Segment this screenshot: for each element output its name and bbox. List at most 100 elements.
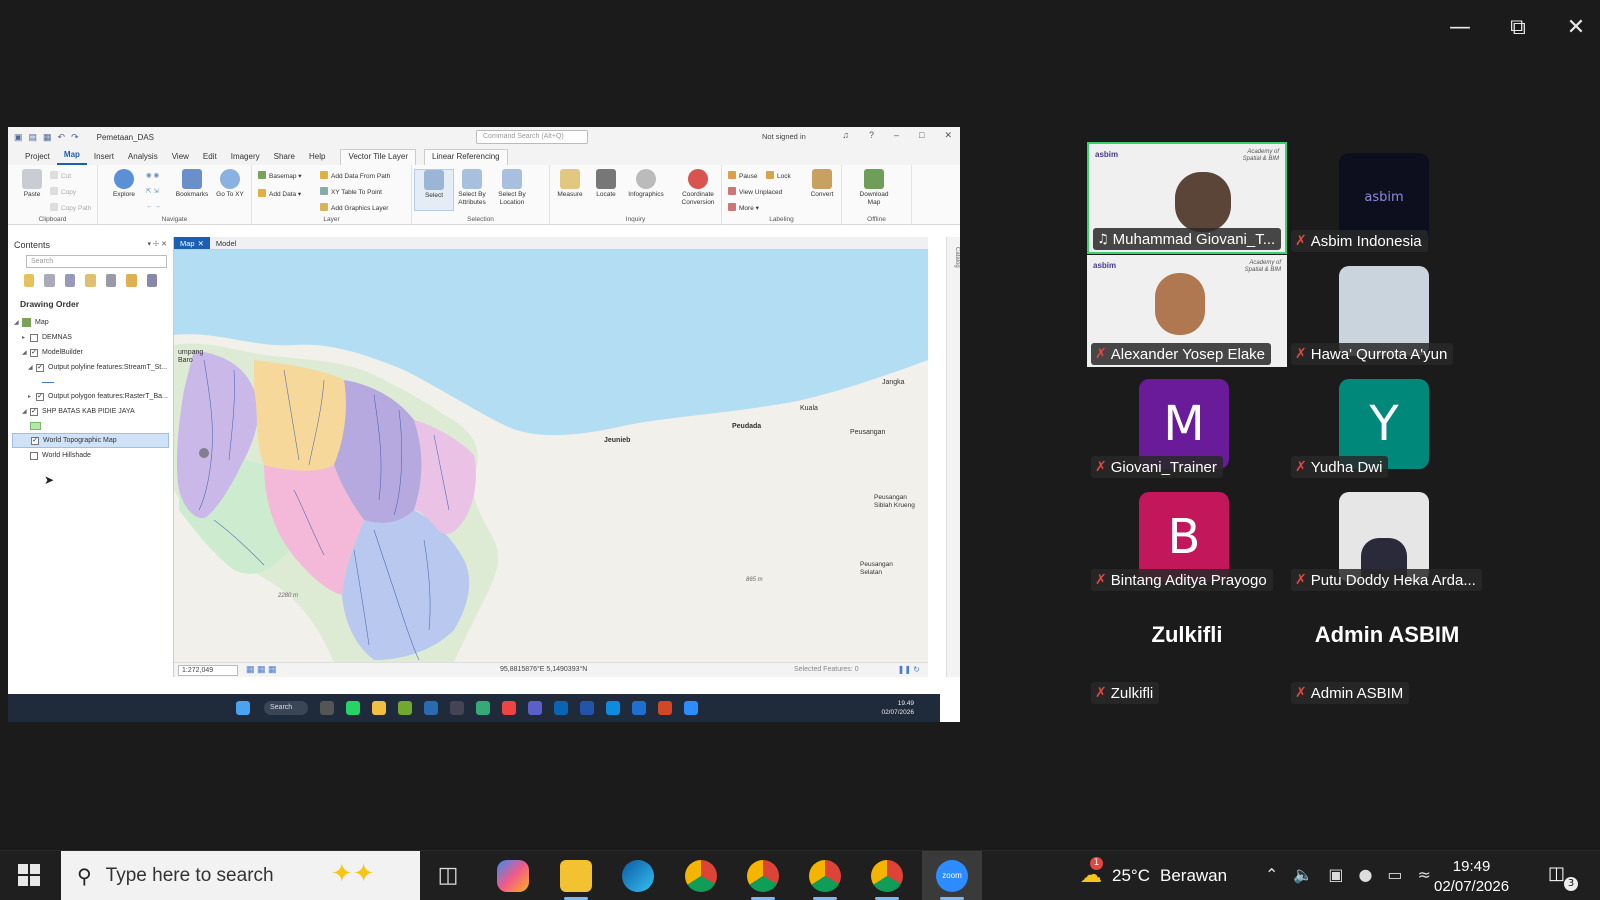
layer-checkbox[interactable]: ✓ (36, 363, 44, 372)
explore-button[interactable]: Explore (104, 169, 144, 199)
expand-icon[interactable]: ◢ (28, 364, 36, 371)
tab-vector-tile-layer[interactable]: Vector Tile Layer (340, 149, 417, 165)
expand-icon[interactable]: ◢ (22, 408, 30, 415)
help-icon[interactable]: ? (869, 130, 874, 141)
cut-button[interactable]: Cut (50, 171, 71, 180)
view-mode-icons[interactable]: ▦ ▦ ▦ (246, 664, 277, 675)
taskbar-clock[interactable]: 19:49 02/07/2026 (1434, 857, 1509, 897)
expand-icon[interactable]: ◢ (14, 319, 22, 326)
layer-checkbox[interactable] (30, 451, 38, 460)
bell-icon[interactable]: ♫ (842, 130, 849, 141)
meet-now-icon[interactable]: ▣ (1328, 865, 1343, 884)
add-graphics-layer-button[interactable]: Add Graphics Layer (320, 203, 388, 212)
pane-options-icon[interactable]: ▾ ☩ ✕ (147, 240, 167, 250)
zoom-full-icon[interactable]: ◉ ◉ (146, 171, 159, 179)
layer-checkbox[interactable]: ✓ (36, 392, 44, 401)
chrome-profile-icon[interactable] (809, 860, 841, 900)
collapse-icon[interactable]: ▸ (28, 393, 36, 400)
fixed-zoom-icon[interactable]: ⇱ ⇲ (146, 187, 159, 195)
participant-tile[interactable]: B ✗ Bintang Aditya Prayogo (1087, 481, 1287, 593)
polygon-symbol[interactable] (8, 419, 173, 433)
coordinate-conversion-button[interactable]: Coordinate Conversion (674, 169, 722, 207)
polyline-symbol[interactable] (8, 375, 173, 389)
editing-icon[interactable] (85, 274, 96, 287)
selection-list-icon[interactable] (64, 274, 76, 287)
measure-button[interactable]: Measure (550, 169, 590, 199)
file-explorer-icon[interactable] (560, 860, 592, 900)
layer-checkbox[interactable] (30, 333, 38, 342)
tab-help[interactable]: Help (302, 150, 332, 165)
open-icon[interactable]: ▤ (29, 132, 38, 143)
chrome-icon[interactable] (685, 860, 717, 892)
view-unplaced-button[interactable]: View Unplaced (728, 187, 782, 196)
layer-checkbox[interactable]: ✓ (30, 348, 38, 357)
edge-icon[interactable] (622, 860, 654, 892)
battery-icon[interactable]: ▭ (1387, 865, 1402, 884)
tab-map[interactable]: Map (56, 148, 87, 165)
map-view[interactable]: Map ✕ Model umpang Baro Jeunieb Peudada … (174, 237, 928, 677)
zoom-icon[interactable]: zoom (936, 860, 968, 900)
select-by-location-button[interactable]: Select By Location (492, 169, 532, 207)
tab-share[interactable]: Share (267, 150, 302, 165)
show-hidden-icons[interactable]: ⌃ (1265, 865, 1278, 884)
scale-selector[interactable]: 1:272,049 (178, 665, 238, 676)
drawing-order-icon[interactable] (24, 274, 35, 287)
download-map-button[interactable]: Download Map (854, 169, 894, 207)
restore-icon[interactable]: ⧉ (1504, 14, 1532, 42)
basemap-button[interactable]: Basemap ▾ (258, 171, 302, 180)
close-icon[interactable]: ✕ (944, 130, 952, 141)
copy-button[interactable]: Copy (50, 187, 76, 196)
layer-item-map[interactable]: ◢ Map (8, 315, 173, 330)
bookmarks-button[interactable]: Bookmarks (172, 169, 212, 199)
command-search-input[interactable]: Command Search (Alt+Q) (476, 130, 588, 144)
snapping-icon[interactable] (105, 274, 117, 287)
lock-labeling-button[interactable]: Lock (766, 171, 791, 180)
copilot-icon[interactable] (497, 860, 529, 892)
expand-icon[interactable]: ◢ (22, 349, 30, 356)
select-by-attributes-button[interactable]: Select By Attributes (452, 169, 492, 207)
participant-tile[interactable]: asbim ✗ Asbim Indonesia (1287, 142, 1487, 254)
taskbar-search-box[interactable]: ⚲ Type here to search ✦✦ (61, 851, 420, 900)
undo-icon[interactable]: ↶ (58, 132, 66, 143)
participant-tile[interactable]: M ✗ Giovani_Trainer (1087, 368, 1287, 480)
task-view-icon[interactable]: ◫ (432, 860, 464, 892)
speaker-icon[interactable]: 🔈 (1293, 865, 1313, 884)
catalog-pane-tab[interactable]: Catalog (946, 237, 960, 677)
xy-table-to-point-button[interactable]: XY Table To Point (320, 187, 382, 196)
save-icon[interactable]: ▦ (43, 132, 52, 143)
pause-labeling-button[interactable]: Pause (728, 171, 757, 180)
copy-path-button[interactable]: Copy Path (50, 203, 91, 212)
minimize-icon[interactable]: – (894, 130, 899, 141)
go-to-xy-button[interactable]: Go To XY (210, 169, 250, 199)
project-name[interactable]: Pemetaan_DAS (97, 133, 154, 142)
microphone-icon[interactable]: ● (1358, 865, 1372, 884)
signin-status[interactable]: Not signed in (762, 132, 806, 141)
chrome-profile-icon[interactable] (871, 860, 903, 900)
participant-tile[interactable]: ✗ Putu Doddy Heka Arda... (1287, 481, 1487, 593)
tab-view[interactable]: View (165, 150, 196, 165)
chrome-profile-icon[interactable] (747, 860, 779, 900)
data-source-icon[interactable] (44, 274, 55, 287)
minimize-icon[interactable]: — (1446, 14, 1474, 42)
tab-project[interactable]: Project (18, 150, 57, 165)
tab-analysis[interactable]: Analysis (121, 150, 165, 165)
tab-linear-referencing[interactable]: Linear Referencing (424, 149, 508, 165)
labeling-more-button[interactable]: More ▾ (728, 203, 759, 212)
contents-search-input[interactable]: Search (26, 255, 167, 268)
add-data-button[interactable]: Add Data ▾ (258, 189, 301, 198)
collapse-icon[interactable]: ▸ (22, 334, 30, 341)
map-canvas[interactable] (174, 250, 928, 662)
convert-button[interactable]: Convert (802, 169, 842, 199)
layer-item-shp-batas[interactable]: ◢ ✓ SHP BATAS KAB PIDIE JAYA (8, 404, 173, 419)
redo-icon[interactable]: ↷ (71, 132, 79, 143)
locate-button[interactable]: Locate (586, 169, 626, 199)
new-project-icon[interactable]: ▣ (14, 132, 23, 143)
layer-item-polygon[interactable]: ▸ ✓ Output polygon features:RasterT_Ba... (8, 389, 173, 404)
layer-item-world-topographic[interactable]: ✓ World Topographic Map (12, 433, 169, 448)
weather-widget[interactable]: ☁ 1 25°C Berawan (1080, 857, 1227, 888)
layer-item-world-hillshade[interactable]: World Hillshade (8, 448, 173, 463)
participant-tile[interactable]: Y ✗ Yudha Dwi (1287, 368, 1487, 480)
infographics-button[interactable]: Infographics (626, 169, 666, 199)
windows-start-button[interactable] (18, 864, 40, 886)
participant-tile[interactable]: ✗ Hawa' Qurrota A'yun (1287, 255, 1487, 367)
